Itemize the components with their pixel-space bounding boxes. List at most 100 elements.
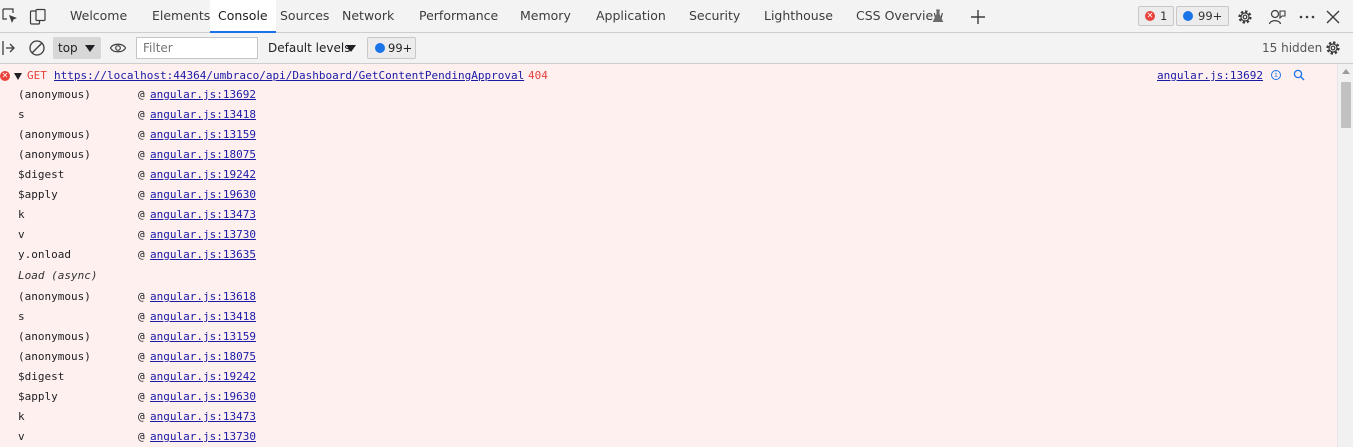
stack-frame-row: k @ angular.js:13473	[0, 407, 600, 427]
scrollbar-thumb[interactable]	[1341, 82, 1351, 128]
stack-frame-row: (anonymous) @ angular.js:13692	[0, 85, 600, 105]
more-options-icon[interactable]	[1298, 8, 1316, 26]
tab-application[interactable]: Application	[596, 0, 666, 32]
tab-css-overview[interactable]: CSS Overview	[856, 0, 943, 32]
async-boundary-label: Load (async)	[18, 269, 98, 282]
info-icon[interactable]: i	[1271, 70, 1281, 80]
stack-frame-function: $digest	[18, 168, 65, 181]
request-url-link[interactable]: https://localhost:44364/umbraco/api/Dash…	[54, 68, 524, 84]
console-settings-icon[interactable]	[1324, 39, 1342, 57]
message-count-badge[interactable]: 99+	[1176, 6, 1230, 26]
stack-frame-source-link[interactable]: angular.js:18075	[150, 145, 256, 165]
stack-frame-at: @	[138, 128, 145, 141]
stack-frame-row: k @ angular.js:13473	[0, 205, 600, 225]
inspect-element-icon[interactable]	[2, 8, 20, 26]
tab-lighthouse[interactable]: Lighthouse	[764, 0, 833, 32]
message-icon	[375, 43, 385, 53]
stack-frame-row: $apply @ angular.js:19630	[0, 387, 600, 407]
stack-frame-function: (anonymous)	[18, 290, 91, 303]
tab-sources[interactable]: Sources	[280, 0, 329, 32]
stack-frame-source-link[interactable]: angular.js:13730	[150, 427, 256, 447]
stack-frame-source-link[interactable]: angular.js:18075	[150, 347, 256, 367]
tab-performance[interactable]: Performance	[419, 0, 498, 32]
error-message-row[interactable]: ✕ GET https://localhost:44364/umbraco/ap…	[0, 68, 1337, 84]
stack-frame-row: s @ angular.js:13418	[0, 105, 600, 125]
stack-frame-at: @	[138, 310, 145, 323]
stack-frame-function: $apply	[18, 188, 58, 201]
clear-console-icon[interactable]	[28, 39, 46, 57]
status-code: 404	[528, 69, 548, 82]
tab-security[interactable]: Security	[689, 0, 740, 32]
stack-frame-row: $apply @ angular.js:19630	[0, 185, 600, 205]
stack-frame-source-link[interactable]: angular.js:13473	[150, 407, 256, 427]
vertical-scrollbar[interactable]	[1337, 64, 1353, 447]
log-levels-dropdown[interactable]: Default levels	[268, 37, 356, 59]
settings-icon[interactable]	[1236, 8, 1254, 26]
source-link[interactable]: angular.js:13692	[1157, 68, 1263, 84]
stack-frame-source-link[interactable]: angular.js:19242	[150, 165, 256, 185]
stack-frame-at: @	[138, 248, 145, 261]
show-sidebar-icon[interactable]	[0, 39, 18, 57]
stack-frame-at: @	[138, 188, 145, 201]
error-icon: ✕	[1145, 11, 1155, 21]
tab-welcome[interactable]: Welcome	[70, 0, 127, 32]
close-icon[interactable]	[1324, 8, 1342, 26]
device-toolbar-icon[interactable]	[29, 8, 47, 26]
stack-frame-function: $digest	[18, 370, 65, 383]
tab-console[interactable]: Console	[210, 0, 276, 33]
stack-frame-source-link[interactable]: angular.js:13418	[150, 105, 256, 125]
stack-frame-at: @	[138, 208, 145, 221]
stack-frame-function: (anonymous)	[18, 330, 91, 343]
stack-frame-source-link[interactable]: angular.js:13159	[150, 125, 256, 145]
message-icon	[1183, 11, 1193, 21]
filter-input[interactable]	[136, 37, 258, 59]
error-count: 1	[1160, 9, 1168, 23]
stack-frame-at: @	[138, 430, 145, 443]
feedback-icon[interactable]	[1268, 8, 1286, 26]
add-tab-icon[interactable]	[969, 8, 987, 26]
issues-count-button[interactable]: 99+	[367, 37, 416, 59]
stack-frame-at: @	[138, 108, 145, 121]
stack-frame-source-link[interactable]: angular.js:13473	[150, 205, 256, 225]
stack-frame-at: @	[138, 370, 145, 383]
stack-frame-function: k	[18, 208, 25, 221]
stack-frame-source-link[interactable]: angular.js:13418	[150, 307, 256, 327]
stack-frame-row: v @ angular.js:13730	[0, 427, 600, 447]
stack-frame-function: s	[18, 108, 25, 121]
stack-frame-source-link[interactable]: angular.js:13692	[150, 85, 256, 105]
stack-frame-at: @	[138, 228, 145, 241]
stack-frame-row: s @ angular.js:13418	[0, 307, 600, 327]
stack-frame-at: @	[138, 330, 145, 343]
stack-frame-source-link[interactable]: angular.js:19630	[150, 185, 256, 205]
stack-frame-at: @	[138, 410, 145, 423]
error-icon: ✕	[0, 71, 10, 81]
scroll-up-arrow-icon[interactable]	[1342, 69, 1350, 74]
stack-frame-source-link[interactable]: angular.js:13618	[150, 287, 256, 307]
context-value: top	[58, 41, 78, 55]
stack-frame-source-link[interactable]: angular.js:19630	[150, 387, 256, 407]
stack-frame-source-link[interactable]: angular.js:13730	[150, 225, 256, 245]
tab-memory[interactable]: Memory	[520, 0, 571, 32]
chevron-down-icon	[85, 45, 95, 52]
stack-frame-row: y.onload @ angular.js:13635	[0, 245, 600, 265]
live-expression-eye-icon[interactable]	[109, 39, 127, 57]
stack-frame-source-link[interactable]: angular.js:19242	[150, 367, 256, 387]
stack-frame-row: (anonymous) @ angular.js:18075	[0, 145, 600, 165]
stack-frame-at: @	[138, 290, 145, 303]
issues-count: 99+	[388, 41, 413, 55]
expand-triangle-icon[interactable]	[14, 73, 22, 80]
flask-icon	[932, 9, 944, 22]
log-levels-label: Default levels	[268, 41, 351, 55]
stack-frame-source-link[interactable]: angular.js:13635	[150, 245, 256, 265]
search-icon[interactable]	[1293, 69, 1305, 81]
error-count-badge[interactable]: ✕ 1	[1138, 6, 1175, 26]
tab-network[interactable]: Network	[342, 0, 394, 32]
tab-elements[interactable]: Elements	[152, 0, 210, 32]
stack-frame-at: @	[138, 168, 145, 181]
request-method: GET	[27, 69, 47, 82]
context-selector[interactable]: top	[53, 37, 101, 59]
hidden-messages-count[interactable]: 15 hidden	[1262, 37, 1322, 59]
stack-frame-function: v	[18, 430, 25, 443]
stack-frame-source-link[interactable]: angular.js:13159	[150, 327, 256, 347]
stack-frame-at: @	[138, 350, 145, 363]
